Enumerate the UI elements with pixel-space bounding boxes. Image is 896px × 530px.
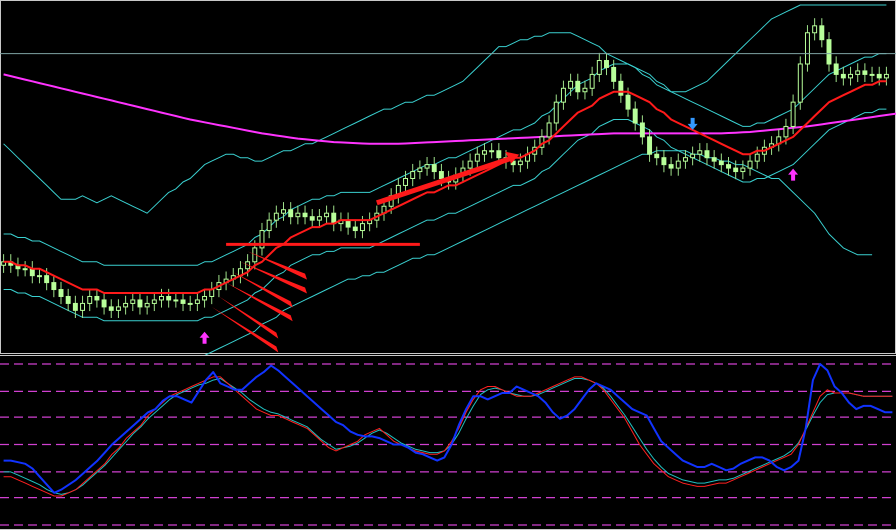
oscillator-lines (3, 363, 893, 497)
oscillator-panel[interactable] (0, 0, 896, 530)
oscillator-signal-a-line (3, 376, 893, 497)
trading-chart-window (0, 0, 896, 530)
oscillator-signal-b-line (3, 378, 893, 495)
oscillator-levels (0, 363, 896, 526)
